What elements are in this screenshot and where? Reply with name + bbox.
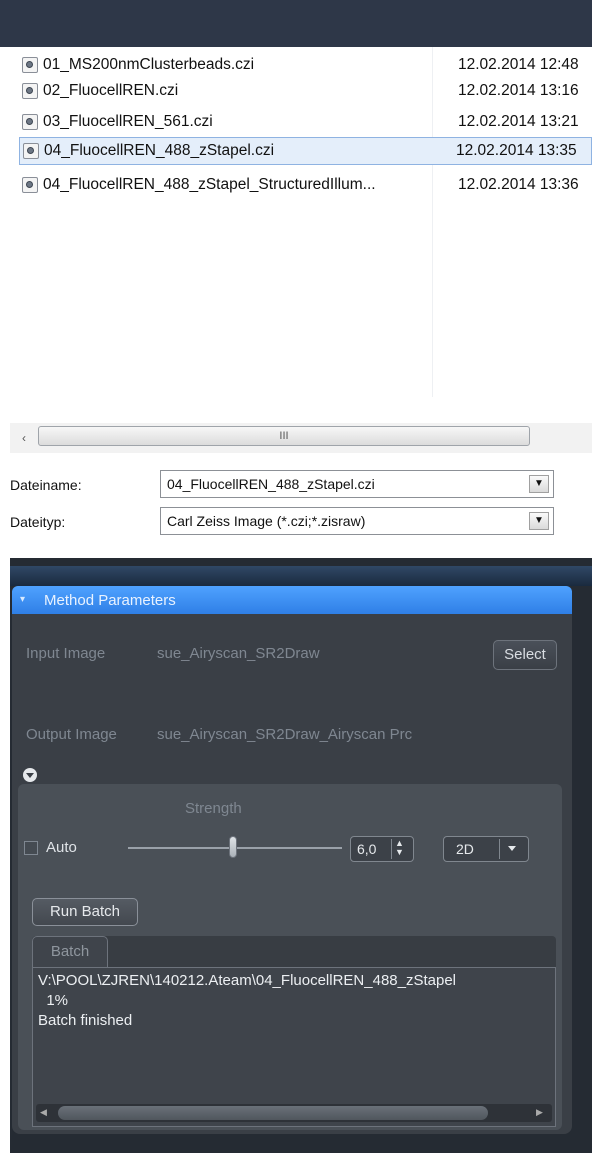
panel-top-stripe <box>10 566 592 586</box>
file-date: 12.02.2014 13:21 <box>458 113 579 130</box>
file-row[interactable]: 03_FluocellREN_561.czi 12.02.2014 13:21 <box>22 110 592 134</box>
dimension-dropdown[interactable]: 2D <box>443 836 529 862</box>
scroll-left-icon[interactable]: ◀ <box>40 1107 47 1118</box>
dropdown-arrow-icon[interactable]: ▼ <box>529 512 549 530</box>
filetype-label: Dateityp: <box>10 514 66 530</box>
select-button[interactable]: Select <box>493 640 557 670</box>
spin-arrows-icon[interactable]: ▲ ▼ <box>395 839 404 857</box>
dimension-value: 2D <box>456 841 474 857</box>
file-date: 12.02.2014 13:36 <box>458 176 579 193</box>
expand-arrow-icon[interactable] <box>23 768 37 782</box>
batch-tab-bar <box>32 936 556 967</box>
tab-batch[interactable]: Batch <box>32 936 108 967</box>
filename-label: Dateiname: <box>10 477 82 493</box>
file-icon <box>22 57 38 73</box>
strength-spinbox[interactable]: 6,0 ▲ ▼ <box>350 836 414 862</box>
file-date: 12.02.2014 12:48 <box>458 56 579 73</box>
batch-console <box>32 967 556 1127</box>
file-icon <box>22 114 38 130</box>
strength-slider-handle[interactable] <box>229 836 237 858</box>
file-date: 12.02.2014 13:35 <box>456 142 577 159</box>
strength-value: 6,0 <box>357 841 377 857</box>
filename-value: 04_FluocellREN_488_zStapel.czi <box>167 476 375 492</box>
run-batch-button[interactable]: Run Batch <box>32 898 138 926</box>
method-parameters-title: Method Parameters <box>44 591 176 609</box>
dropdown-divider <box>499 839 500 859</box>
input-image-label: Input Image <box>26 645 106 662</box>
file-icon <box>23 143 39 159</box>
collapse-chevron-icon[interactable]: ▾ <box>20 595 30 605</box>
file-name: 02_FluocellREN.czi <box>43 82 179 99</box>
scroll-left-arrow-icon[interactable]: ‹ <box>22 428 34 448</box>
auto-label: Auto <box>46 839 77 856</box>
output-image-label: Output Image <box>26 726 117 743</box>
file-icon <box>22 83 38 99</box>
file-row[interactable]: 02_FluocellREN.czi 12.02.2014 13:16 <box>22 79 592 103</box>
auto-checkbox[interactable] <box>24 841 38 855</box>
file-name: 01_MS200nmClusterbeads.czi <box>43 56 255 73</box>
file-date: 12.02.2014 13:16 <box>458 82 579 99</box>
chevron-down-icon[interactable] <box>508 846 516 851</box>
file-row[interactable]: 04_FluocellREN_488_zStapel_StructuredIll… <box>22 173 592 197</box>
console-line: 1% <box>38 992 69 1009</box>
scroll-right-icon[interactable]: ▶ <box>536 1107 543 1118</box>
scrollbar-thumb[interactable]: III <box>38 426 530 446</box>
input-image-value: sue_Airyscan_SR2Draw <box>157 645 320 662</box>
console-line: Batch finished <box>38 1012 133 1029</box>
file-list <box>10 47 592 423</box>
filetype-combo[interactable]: Carl Zeiss Image (*.czi;*.zisraw) ▼ <box>160 507 554 535</box>
method-parameters-header[interactable]: ▾ Method Parameters <box>12 586 572 614</box>
output-image-value: sue_Airyscan_SR2Draw_Airyscan Prc <box>157 726 413 743</box>
filename-combo[interactable]: 04_FluocellREN_488_zStapel.czi ▼ <box>160 470 554 498</box>
title-bar <box>0 0 592 47</box>
file-name: 04_FluocellREN_488_zStapel.czi <box>44 142 275 159</box>
spin-divider <box>391 839 392 859</box>
file-icon <box>22 177 38 193</box>
file-name-area <box>10 453 592 558</box>
filetype-value: Carl Zeiss Image (*.czi;*.zisraw) <box>167 513 366 529</box>
console-line: V:\POOL\ZJREN\140212.Ateam\04_FluocellRE… <box>38 972 457 989</box>
file-row-selected[interactable]: 04_FluocellREN_488_zStapel.czi 12.02.201… <box>19 137 592 165</box>
strength-label: Strength <box>185 800 242 817</box>
file-name: 04_FluocellREN_488_zStapel_StructuredIll… <box>43 176 376 193</box>
dropdown-arrow-icon[interactable]: ▼ <box>529 475 549 493</box>
file-row[interactable]: 01_MS200nmClusterbeads.czi 12.02.2014 12… <box>22 53 592 77</box>
console-scrollbar-thumb[interactable] <box>58 1106 488 1120</box>
file-name: 03_FluocellREN_561.czi <box>43 113 213 130</box>
